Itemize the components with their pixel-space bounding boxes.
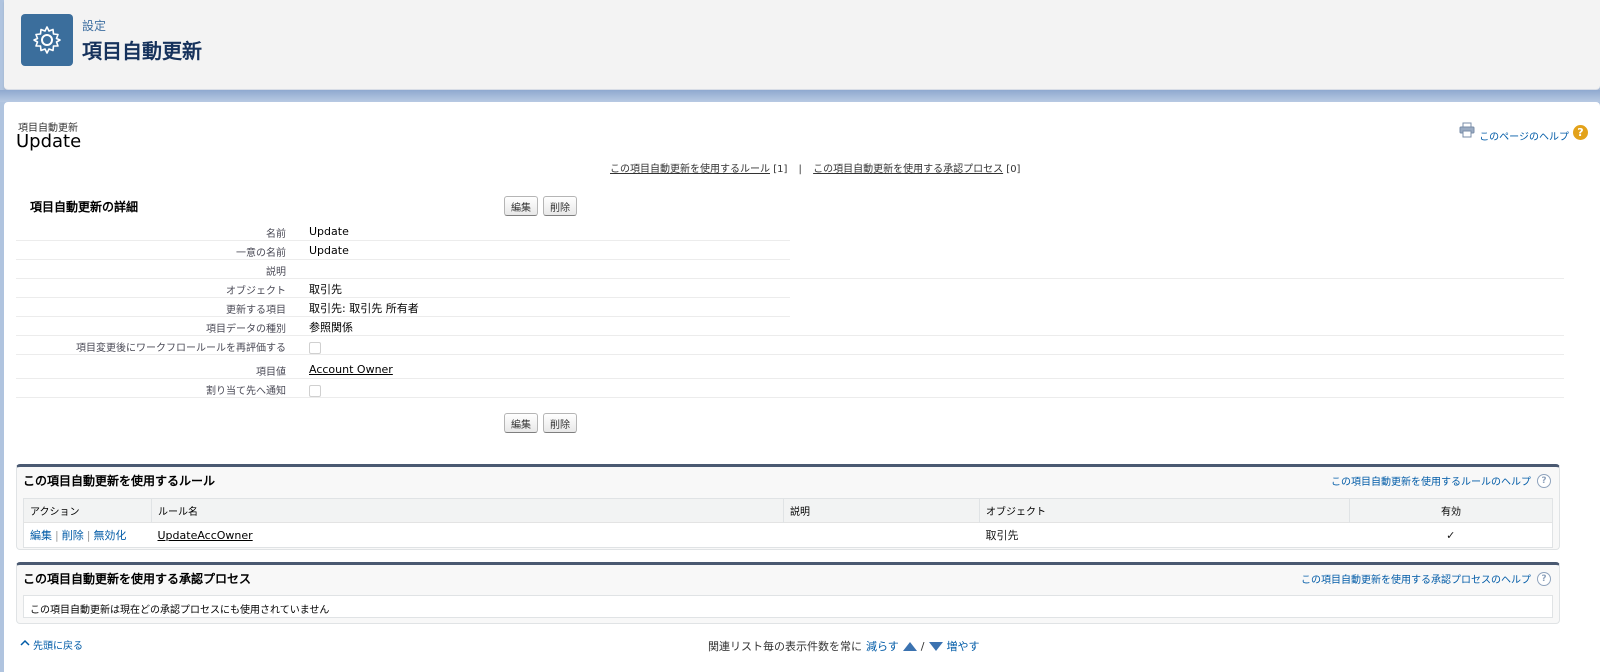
description-label: 説明 (266, 267, 286, 278)
record-name: Update (16, 131, 82, 152)
show-more-link[interactable]: 増やす (947, 638, 980, 654)
approval-empty-message: この項目自動更新は現在どの承認プロセスにも使用されていません (23, 595, 1553, 618)
approval-list-title: この項目自動更新を使用する承認プロセス (23, 572, 252, 586)
field-to-update-value: 取引先: 取引先 所有者 (309, 302, 419, 315)
approval-related-list: この項目自動更新を使用する承認プロセス この項目自動更新を使用する承認プロセスの… (16, 562, 1560, 624)
data-type-value: 参照関係 (309, 321, 353, 334)
field-value-label: 項目値 (256, 367, 286, 378)
table-header-row: アクション ルール名 説明 オブジェクト 有効 (23, 498, 1553, 523)
reevaluate-label: 項目変更後にワークフロールールを再評価する (76, 343, 286, 354)
gear-icon (21, 14, 73, 66)
object-label: オブジェクト (226, 286, 286, 297)
detail-bottom-buttons: 編集 削除 (504, 413, 577, 433)
notify-label: 割り当て先へ通知 (206, 386, 286, 397)
data-type-label: 項目データの種別 (206, 324, 286, 335)
rules-list-help: この項目自動更新を使用するルールのヘルプ ? (1331, 473, 1551, 488)
rules-help-link[interactable]: この項目自動更新を使用するルールのヘルプ (1331, 473, 1531, 488)
related-links: この項目自動更新を使用するルール [1] | この項目自動更新を使用する承認プロ… (610, 160, 1020, 175)
rules-count: [1] (773, 164, 788, 175)
object-cell: 取引先 (979, 522, 1350, 548)
delete-button-bottom[interactable]: 削除 (543, 413, 577, 433)
field-value-link[interactable]: Account Owner (309, 363, 393, 376)
unique-name-value: Update (309, 244, 349, 257)
help-question-icon[interactable]: ? (1537, 473, 1551, 488)
delete-button[interactable]: 削除 (543, 196, 577, 216)
background-band (0, 90, 1600, 102)
column-header-rule-name[interactable]: ルール名 (151, 498, 784, 523)
back-to-top-link[interactable]: 先頭に戻る (33, 637, 83, 652)
active-check-icon: ✓ (1349, 522, 1553, 548)
rules-related-list: この項目自動更新を使用するルール この項目自動更新を使用するルールのヘルプ ? … (16, 464, 1560, 550)
column-header-description[interactable]: 説明 (783, 498, 980, 523)
column-header-object[interactable]: オブジェクト (979, 498, 1350, 523)
description-cell (783, 522, 980, 548)
name-label: 名前 (266, 229, 286, 240)
unique-name-label: 一意の名前 (236, 248, 286, 259)
object-value: 取引先 (309, 283, 342, 296)
detail-top-buttons: 編集 削除 (504, 196, 577, 216)
deactivate-rule-link[interactable]: 無効化 (93, 529, 126, 542)
approval-count: [0] (1006, 164, 1021, 175)
rule-name-link[interactable]: UpdateAccOwner (158, 529, 253, 542)
list-size-controls: 関連リスト毎の表示件数を常に 減らす / 増やす (708, 638, 980, 654)
reevaluate-checkbox-wrap (309, 342, 321, 354)
column-header-action: アクション (23, 498, 152, 523)
help-question-icon[interactable]: ? (1573, 125, 1588, 140)
edit-button-bottom[interactable]: 編集 (504, 413, 538, 433)
slash-separator: / (920, 639, 925, 653)
table-row: 編集 | 削除 | 無効化 UpdateAccOwner 取引先 ✓ (23, 522, 1553, 548)
delete-rule-link[interactable]: 削除 (62, 529, 84, 542)
action-cell: 編集 | 削除 | 無効化 (23, 522, 152, 548)
name-value: Update (309, 225, 349, 238)
link-separator: | (798, 164, 802, 175)
approval-link[interactable]: この項目自動更新を使用する承認プロセス (813, 164, 1003, 175)
approval-help-link[interactable]: この項目自動更新を使用する承認プロセスのヘルプ (1301, 571, 1531, 586)
page-title: 項目自動更新 (82, 39, 202, 63)
edit-rule-link[interactable]: 編集 (30, 529, 52, 542)
printer-icon[interactable] (1459, 122, 1475, 138)
rule-name-cell: UpdateAccOwner (151, 522, 784, 548)
detail-section-title: 項目自動更新の詳細 (30, 200, 139, 214)
triangle-down-icon[interactable] (928, 641, 943, 651)
approval-list-help: この項目自動更新を使用する承認プロセスのヘルプ ? (1301, 571, 1551, 586)
rules-table: アクション ルール名 説明 オブジェクト 有効 編集 | 削除 | 無効化 Update… (23, 498, 1553, 548)
rules-link[interactable]: この項目自動更新を使用するルール (610, 164, 770, 175)
page-help-link[interactable]: このページのヘルプ (1479, 128, 1569, 143)
show-fewer-link[interactable]: 減らす (866, 638, 899, 654)
triangle-up-icon[interactable] (902, 641, 917, 651)
notify-checkbox (309, 385, 321, 397)
list-size-prefix: 関連リスト毎の表示件数を常に (708, 640, 862, 653)
field-value-value: Account Owner (309, 363, 393, 376)
breadcrumb[interactable]: 設定 (82, 17, 106, 34)
column-header-active[interactable]: 有効 (1349, 498, 1553, 523)
reevaluate-checkbox (309, 342, 321, 354)
notify-checkbox-wrap (309, 385, 321, 397)
edit-button[interactable]: 編集 (504, 196, 538, 216)
rules-list-title: この項目自動更新を使用するルール (23, 474, 216, 488)
chevron-up-icon (20, 639, 30, 650)
back-to-top[interactable]: 先頭に戻る (20, 637, 83, 652)
field-to-update-label: 更新する項目 (226, 305, 286, 316)
help-area: このページのヘルプ ? (1459, 122, 1588, 143)
help-question-icon[interactable]: ? (1537, 571, 1551, 586)
setup-header: 設定 項目自動更新 (4, 0, 1600, 90)
